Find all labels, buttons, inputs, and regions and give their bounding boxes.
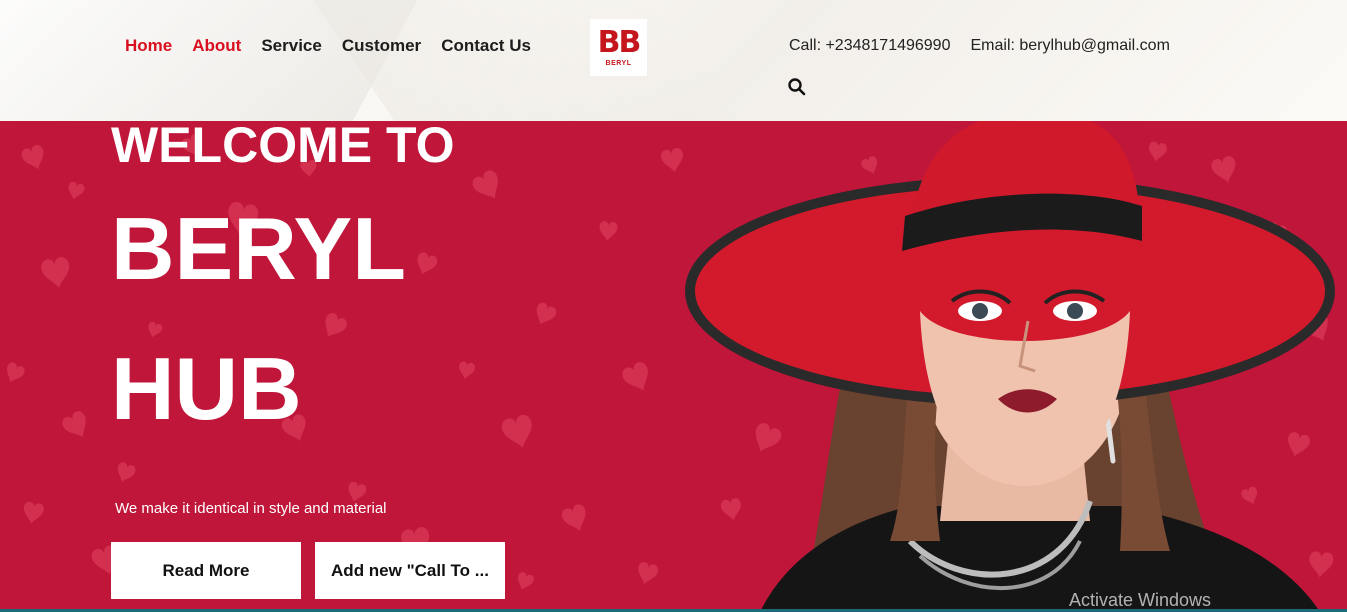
call-to-action-button[interactable]: Add new "Call To ... <box>315 542 505 599</box>
contact-phone: Call: +2348171496990 <box>789 37 951 54</box>
activate-windows-watermark: Activate Windows <box>1069 590 1212 610</box>
hero-brand-line2: HUB <box>111 339 302 438</box>
search-button[interactable] <box>787 77 807 97</box>
logo-mark: BB <box>597 25 642 60</box>
main-nav: Home About Service Customer Contact Us <box>125 36 551 56</box>
hero-brand-line1: BERYL <box>111 199 406 298</box>
contact-info: Call: +2348171496990 Email: berylhub@gma… <box>789 37 1170 55</box>
hero-tagline: We make it identical in style and materi… <box>115 500 387 517</box>
contact-email: Email: berylhub@gmail.com <box>970 37 1170 54</box>
nav-about[interactable]: About <box>192 36 241 56</box>
nav-customer[interactable]: Customer <box>342 36 421 56</box>
read-more-button[interactable]: Read More <box>111 542 301 599</box>
nav-home[interactable]: Home <box>125 36 172 56</box>
hero-banner: WELCOME TO BERYL HUB We make it identica… <box>0 121 1347 612</box>
model-portrait-image <box>685 121 1335 612</box>
site-logo[interactable]: BB BERYL <box>590 19 647 76</box>
logo-word: BERYL <box>605 60 632 67</box>
search-icon <box>788 78 806 96</box>
site-header: Home About Service Customer Contact Us B… <box>0 0 1347 121</box>
nav-contact-us[interactable]: Contact Us <box>441 36 531 56</box>
hero-welcome: WELCOME TO <box>111 121 455 173</box>
nav-service[interactable]: Service <box>261 36 322 56</box>
